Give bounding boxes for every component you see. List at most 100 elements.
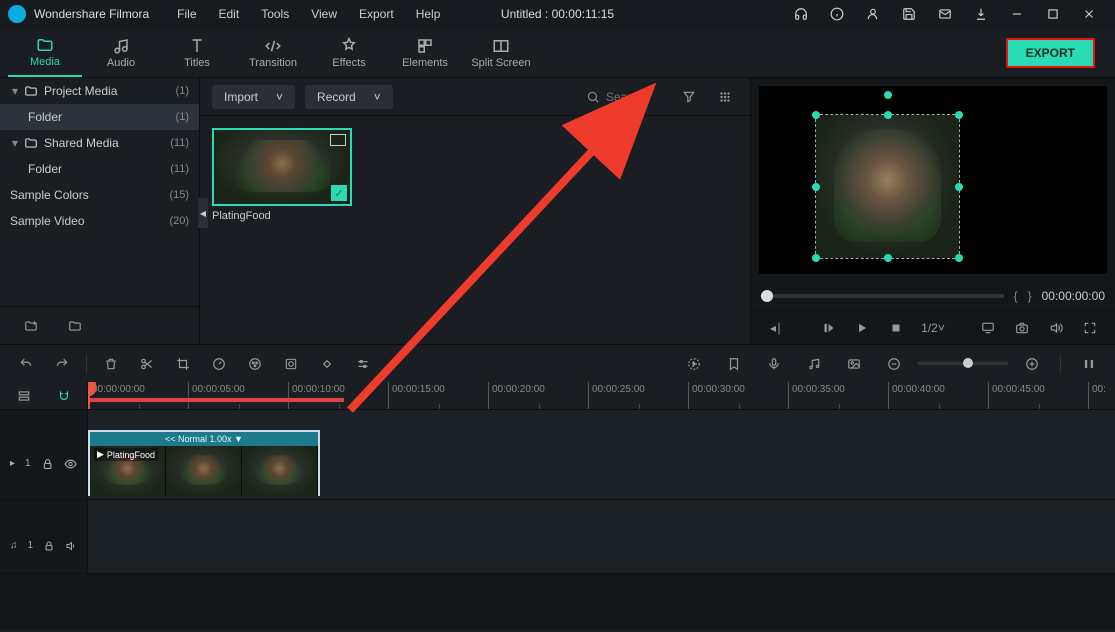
- ruler-tick: 00:00:30:00: [688, 382, 788, 409]
- audio-track[interactable]: ♫1: [0, 518, 1115, 574]
- preview-canvas[interactable]: [759, 86, 1107, 274]
- marker-icon[interactable]: [718, 351, 750, 377]
- resize-handle[interactable]: [812, 254, 820, 262]
- snapshot-icon[interactable]: [1007, 313, 1037, 343]
- selection-bounds[interactable]: [815, 114, 960, 259]
- scrub-handle[interactable]: [761, 290, 773, 302]
- timeline-scale[interactable]: 00:00:00:0000:00:05:0000:00:10:0000:00:1…: [88, 382, 1115, 409]
- zoom-out-icon[interactable]: [878, 351, 910, 377]
- video-track[interactable]: ▸1 << Normal 1.00x ▼ ▶PlatingFood: [0, 428, 1115, 500]
- play-pause-icon[interactable]: [813, 313, 843, 343]
- rotate-handle[interactable]: [884, 91, 892, 99]
- chevron-down-icon: ˅: [276, 90, 283, 104]
- menu-tools[interactable]: Tools: [251, 4, 299, 24]
- sidebar-item-folder-project[interactable]: Folder (1): [0, 104, 199, 130]
- zoom-slider[interactable]: [918, 362, 1008, 365]
- import-dropdown[interactable]: Import˅: [212, 85, 295, 109]
- resize-handle[interactable]: [955, 183, 963, 191]
- zoom-to-fit-icon[interactable]: [1073, 351, 1105, 377]
- sidebar-item-sample-colors[interactable]: Sample Colors (15): [0, 182, 199, 208]
- resize-handle[interactable]: [955, 111, 963, 119]
- adjust-icon[interactable]: [347, 351, 379, 377]
- resize-handle[interactable]: [812, 111, 820, 119]
- lock-icon[interactable]: [43, 539, 55, 553]
- preview-scrub-track[interactable]: [761, 294, 1004, 298]
- save-icon[interactable]: [891, 0, 927, 28]
- sidebar-item-sample-video[interactable]: Sample Video (20): [0, 208, 199, 234]
- zoom-in-icon[interactable]: [1016, 351, 1048, 377]
- timeline-clip[interactable]: << Normal 1.00x ▼ ▶PlatingFood: [88, 430, 320, 496]
- tab-transition[interactable]: Transition: [236, 29, 310, 77]
- minimize-button[interactable]: [999, 0, 1035, 28]
- resize-handle[interactable]: [812, 183, 820, 191]
- picture-icon[interactable]: [838, 351, 870, 377]
- volume-icon[interactable]: [1041, 313, 1071, 343]
- download-icon[interactable]: [963, 0, 999, 28]
- tab-media[interactable]: Media: [8, 29, 82, 77]
- mark-in-icon[interactable]: {: [1014, 289, 1018, 303]
- tab-audio[interactable]: Audio: [84, 29, 158, 77]
- render-preview-icon[interactable]: [678, 351, 710, 377]
- undo-icon[interactable]: [10, 351, 42, 377]
- menu-view[interactable]: View: [301, 4, 347, 24]
- maximize-button[interactable]: [1035, 0, 1071, 28]
- tab-effects[interactable]: Effects: [312, 29, 386, 77]
- crop-icon[interactable]: [167, 351, 199, 377]
- info-icon[interactable]: [819, 0, 855, 28]
- mute-icon[interactable]: [65, 539, 77, 553]
- play-icon[interactable]: [847, 313, 877, 343]
- ruler-tick: 00:00:45:00: [988, 382, 1088, 409]
- display-icon[interactable]: [973, 313, 1003, 343]
- redo-icon[interactable]: [46, 351, 78, 377]
- close-button[interactable]: [1071, 0, 1107, 28]
- search-input[interactable]: [606, 90, 666, 104]
- collapse-panel-icon[interactable]: ◀: [198, 198, 208, 228]
- audio-mixer-icon[interactable]: [798, 351, 830, 377]
- voice-over-icon[interactable]: [758, 351, 790, 377]
- media-clip[interactable]: ✓ PlatingFood: [212, 128, 352, 222]
- new-folder-plus-icon[interactable]: [18, 313, 44, 339]
- split-icon[interactable]: [131, 351, 163, 377]
- sidebar-group-project-media[interactable]: ▾ Project Media (1): [0, 78, 199, 104]
- keyframe-icon[interactable]: [311, 351, 343, 377]
- menu-help[interactable]: Help: [406, 4, 451, 24]
- lock-icon[interactable]: [41, 457, 54, 471]
- filter-icon[interactable]: [676, 84, 702, 110]
- magnet-snap-icon[interactable]: [51, 383, 77, 409]
- track-manager-icon[interactable]: [11, 383, 37, 409]
- menu-export[interactable]: Export: [349, 4, 404, 24]
- fullscreen-icon[interactable]: [1075, 313, 1105, 343]
- menu-edit[interactable]: Edit: [209, 4, 250, 24]
- search-box[interactable]: [586, 90, 666, 104]
- clip-thumbnail[interactable]: ✓: [212, 128, 352, 206]
- eye-icon[interactable]: [64, 457, 77, 471]
- media-browser: Import˅ Record˅ ✓ PlatingFood: [200, 78, 750, 344]
- mark-out-icon[interactable]: }: [1028, 289, 1032, 303]
- record-dropdown[interactable]: Record˅: [305, 85, 393, 109]
- sidebar-group-shared-media[interactable]: ▾ Shared Media (11): [0, 130, 199, 156]
- prev-frame-icon[interactable]: ◂∣: [761, 313, 791, 343]
- speed-icon[interactable]: [203, 351, 235, 377]
- support-icon[interactable]: [783, 0, 819, 28]
- menu-file[interactable]: File: [167, 4, 206, 24]
- zoom-slider-handle[interactable]: [963, 358, 973, 368]
- color-icon[interactable]: [239, 351, 271, 377]
- tab-elements[interactable]: Elements: [388, 29, 462, 77]
- delete-icon[interactable]: [95, 351, 127, 377]
- export-button[interactable]: EXPORT: [1006, 38, 1095, 68]
- clip-speed-header[interactable]: << Normal 1.00x ▼: [90, 432, 318, 446]
- resize-handle[interactable]: [884, 254, 892, 262]
- grid-view-icon[interactable]: [712, 84, 738, 110]
- resize-handle[interactable]: [955, 254, 963, 262]
- resize-handle[interactable]: [884, 111, 892, 119]
- mail-icon[interactable]: [927, 0, 963, 28]
- stop-icon[interactable]: [881, 313, 911, 343]
- tab-split-screen[interactable]: Split Screen: [464, 29, 538, 77]
- playhead[interactable]: [88, 382, 90, 409]
- account-icon[interactable]: [855, 0, 891, 28]
- green-screen-icon[interactable]: [275, 351, 307, 377]
- sidebar-item-folder-shared[interactable]: Folder (11): [0, 156, 199, 182]
- tab-titles[interactable]: Titles: [160, 29, 234, 77]
- playback-speed[interactable]: 1/2 ˅: [915, 313, 951, 343]
- folder-icon[interactable]: [62, 313, 88, 339]
